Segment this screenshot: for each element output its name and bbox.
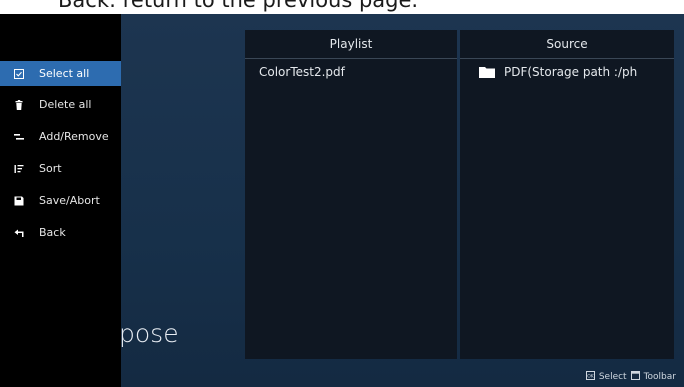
menu-item-sort[interactable]: Sort — [0, 156, 121, 181]
menu-item-save-abort[interactable]: Save/Abort — [0, 188, 121, 213]
trash-icon — [13, 99, 25, 111]
source-panel: Source PDF(Storage path :/ph — [460, 30, 674, 359]
source-item-label: PDF(Storage path :/ph — [504, 65, 638, 79]
svg-text:OK: OK — [587, 373, 595, 379]
background-title: pose — [119, 319, 179, 348]
menu-item-label: Delete all — [39, 98, 92, 111]
source-item[interactable]: PDF(Storage path :/ph — [460, 59, 674, 85]
source-header: Source — [460, 30, 674, 59]
playlist-item-label: ColorTest2.pdf — [259, 65, 345, 79]
key-hints: OK Select Toolbar — [585, 371, 676, 383]
menu-item-label: Add/Remove — [39, 130, 109, 143]
checkbox-icon — [13, 68, 25, 80]
toolbar-key-icon — [630, 371, 640, 383]
playlist-item[interactable]: ColorTest2.pdf — [245, 59, 457, 85]
instruction-caption: Back: return to the previous page. — [0, 0, 684, 14]
select-hint-label: Select — [598, 372, 627, 382]
menu-item-select-all[interactable]: Select all — [0, 61, 121, 86]
ok-key-icon: OK — [585, 371, 595, 383]
save-icon — [13, 195, 25, 207]
back-icon — [13, 227, 25, 239]
playlist-panel: Playlist ColorTest2.pdf — [245, 30, 457, 359]
menu-item-label: Save/Abort — [39, 194, 100, 207]
playlist-editor-screen: pose Select all Delete all Add/Remove So… — [0, 14, 684, 387]
sort-icon — [13, 163, 25, 175]
menu-item-add-remove[interactable]: Add/Remove — [0, 124, 121, 149]
menu-item-back[interactable]: Back — [0, 220, 121, 245]
playlist-header: Playlist — [245, 30, 457, 59]
menu-item-delete-all[interactable]: Delete all — [0, 92, 121, 117]
sidebar-menu: Select all Delete all Add/Remove Sort Sa… — [0, 14, 121, 387]
folder-icon — [479, 66, 495, 78]
menu-item-label: Select all — [39, 67, 90, 80]
menu-item-label: Sort — [39, 162, 62, 175]
toolbar-hint-label: Toolbar — [643, 372, 676, 382]
caption-text: Back: return to the previous page. — [58, 0, 419, 12]
menu-item-label: Back — [39, 226, 66, 239]
add-remove-icon — [13, 131, 25, 143]
